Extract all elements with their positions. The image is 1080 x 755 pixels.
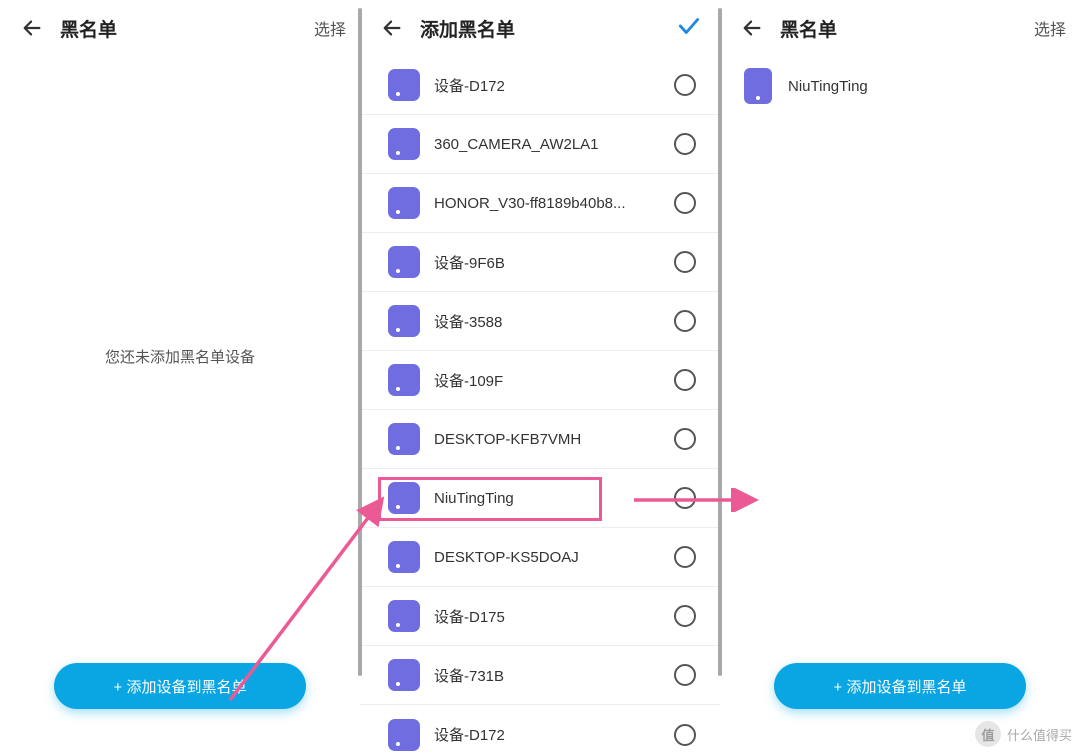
back-button[interactable]: [14, 10, 50, 46]
device-row[interactable]: DESKTOP-KS5DOAJ: [360, 528, 720, 587]
device-name: 设备-D172: [434, 75, 664, 96]
add-device-button[interactable]: + 添加设备到黑名单: [774, 663, 1026, 709]
check-icon: [676, 13, 702, 39]
radio-unselected-icon[interactable]: [674, 487, 696, 509]
watermark-badge-icon: 值: [975, 721, 1001, 747]
device-row[interactable]: 设备-D175: [360, 587, 720, 646]
device-row[interactable]: 设备-D172: [360, 705, 720, 755]
back-button[interactable]: [734, 10, 770, 46]
device-row[interactable]: NiuTingTing: [360, 469, 720, 528]
header: 黑名单 选择: [0, 0, 360, 56]
device-icon: [388, 659, 420, 691]
radio-unselected-icon[interactable]: [674, 74, 696, 96]
add-device-button[interactable]: + 添加设备到黑名单: [54, 663, 306, 709]
radio-unselected-icon[interactable]: [674, 428, 696, 450]
header: 黑名单 选择: [720, 0, 1080, 56]
radio-unselected-icon[interactable]: [674, 133, 696, 155]
device-icon: [388, 541, 420, 573]
device-icon: [388, 187, 420, 219]
device-name: 设备-9F6B: [434, 252, 664, 273]
device-row[interactable]: 360_CAMERA_AW2LA1: [360, 115, 720, 174]
device-list[interactable]: 设备-D172 360_CAMERA_AW2LA1 HONOR_V30-ff8189…: [360, 56, 720, 755]
device-name: 设备-3588: [434, 311, 664, 332]
page-title: 添加黑名单: [420, 15, 515, 42]
arrow-left-icon: [21, 17, 43, 39]
device-row[interactable]: HONOR_V30-ff8189b40b8...: [360, 174, 720, 233]
radio-unselected-icon[interactable]: [674, 664, 696, 686]
panel-add-blacklist: 添加黑名单 设备-D172 360_CAMERA_AW2LA1 HONOR_V30-…: [360, 0, 720, 755]
empty-state-text: 您还未添加黑名单设备: [0, 346, 360, 367]
radio-unselected-icon[interactable]: [674, 369, 696, 391]
arrow-left-icon: [381, 17, 403, 39]
device-name: 设备-D175: [434, 606, 664, 627]
device-row[interactable]: DESKTOP-KFB7VMH: [360, 410, 720, 469]
panel-separator: [358, 8, 362, 676]
device-icon: [388, 719, 420, 751]
arrow-left-icon: [741, 17, 763, 39]
confirm-button[interactable]: [672, 9, 706, 48]
device-name: DESKTOP-KFB7VMH: [434, 431, 664, 448]
radio-unselected-icon[interactable]: [674, 724, 696, 746]
device-name: 设备-D172: [434, 724, 664, 745]
device-name: HONOR_V30-ff8189b40b8...: [434, 195, 664, 212]
panel-separator: [718, 8, 722, 676]
back-button[interactable]: [374, 10, 410, 46]
device-row[interactable]: 设备-109F: [360, 351, 720, 410]
device-icon: [388, 364, 420, 396]
device-icon: [388, 423, 420, 455]
phone-icon: [744, 68, 772, 104]
radio-unselected-icon[interactable]: [674, 605, 696, 627]
device-icon: [388, 600, 420, 632]
blacklist-item[interactable]: NiuTingTing: [720, 56, 1080, 116]
page-title: 黑名单: [60, 15, 117, 42]
device-row[interactable]: 设备-D172: [360, 56, 720, 115]
header: 添加黑名单: [360, 0, 720, 56]
device-row[interactable]: 设备-3588: [360, 292, 720, 351]
select-button[interactable]: 选择: [314, 16, 346, 40]
device-icon: [388, 69, 420, 101]
page-title: 黑名单: [780, 15, 837, 42]
device-icon: [388, 482, 420, 514]
radio-unselected-icon[interactable]: [674, 251, 696, 273]
device-name: 360_CAMERA_AW2LA1: [434, 136, 664, 153]
select-button[interactable]: 选择: [1034, 16, 1066, 40]
device-name: NiuTingTing: [788, 78, 868, 95]
device-icon: [388, 305, 420, 337]
radio-unselected-icon[interactable]: [674, 546, 696, 568]
device-row[interactable]: 设备-9F6B: [360, 233, 720, 292]
watermark: 值 什么值得买: [975, 721, 1072, 747]
device-icon: [388, 246, 420, 278]
device-name: 设备-731B: [434, 665, 664, 686]
watermark-text: 什么值得买: [1007, 725, 1072, 744]
device-name: DESKTOP-KS5DOAJ: [434, 549, 664, 566]
radio-unselected-icon[interactable]: [674, 192, 696, 214]
device-icon: [388, 128, 420, 160]
device-name: 设备-109F: [434, 370, 664, 391]
panel-blacklist-populated: 黑名单 选择 NiuTingTing + 添加设备到黑名单: [720, 0, 1080, 755]
device-name: NiuTingTing: [434, 490, 664, 507]
device-row[interactable]: 设备-731B: [360, 646, 720, 705]
panel-blacklist-empty: 黑名单 选择 您还未添加黑名单设备 + 添加设备到黑名单: [0, 0, 360, 755]
radio-unselected-icon[interactable]: [674, 310, 696, 332]
